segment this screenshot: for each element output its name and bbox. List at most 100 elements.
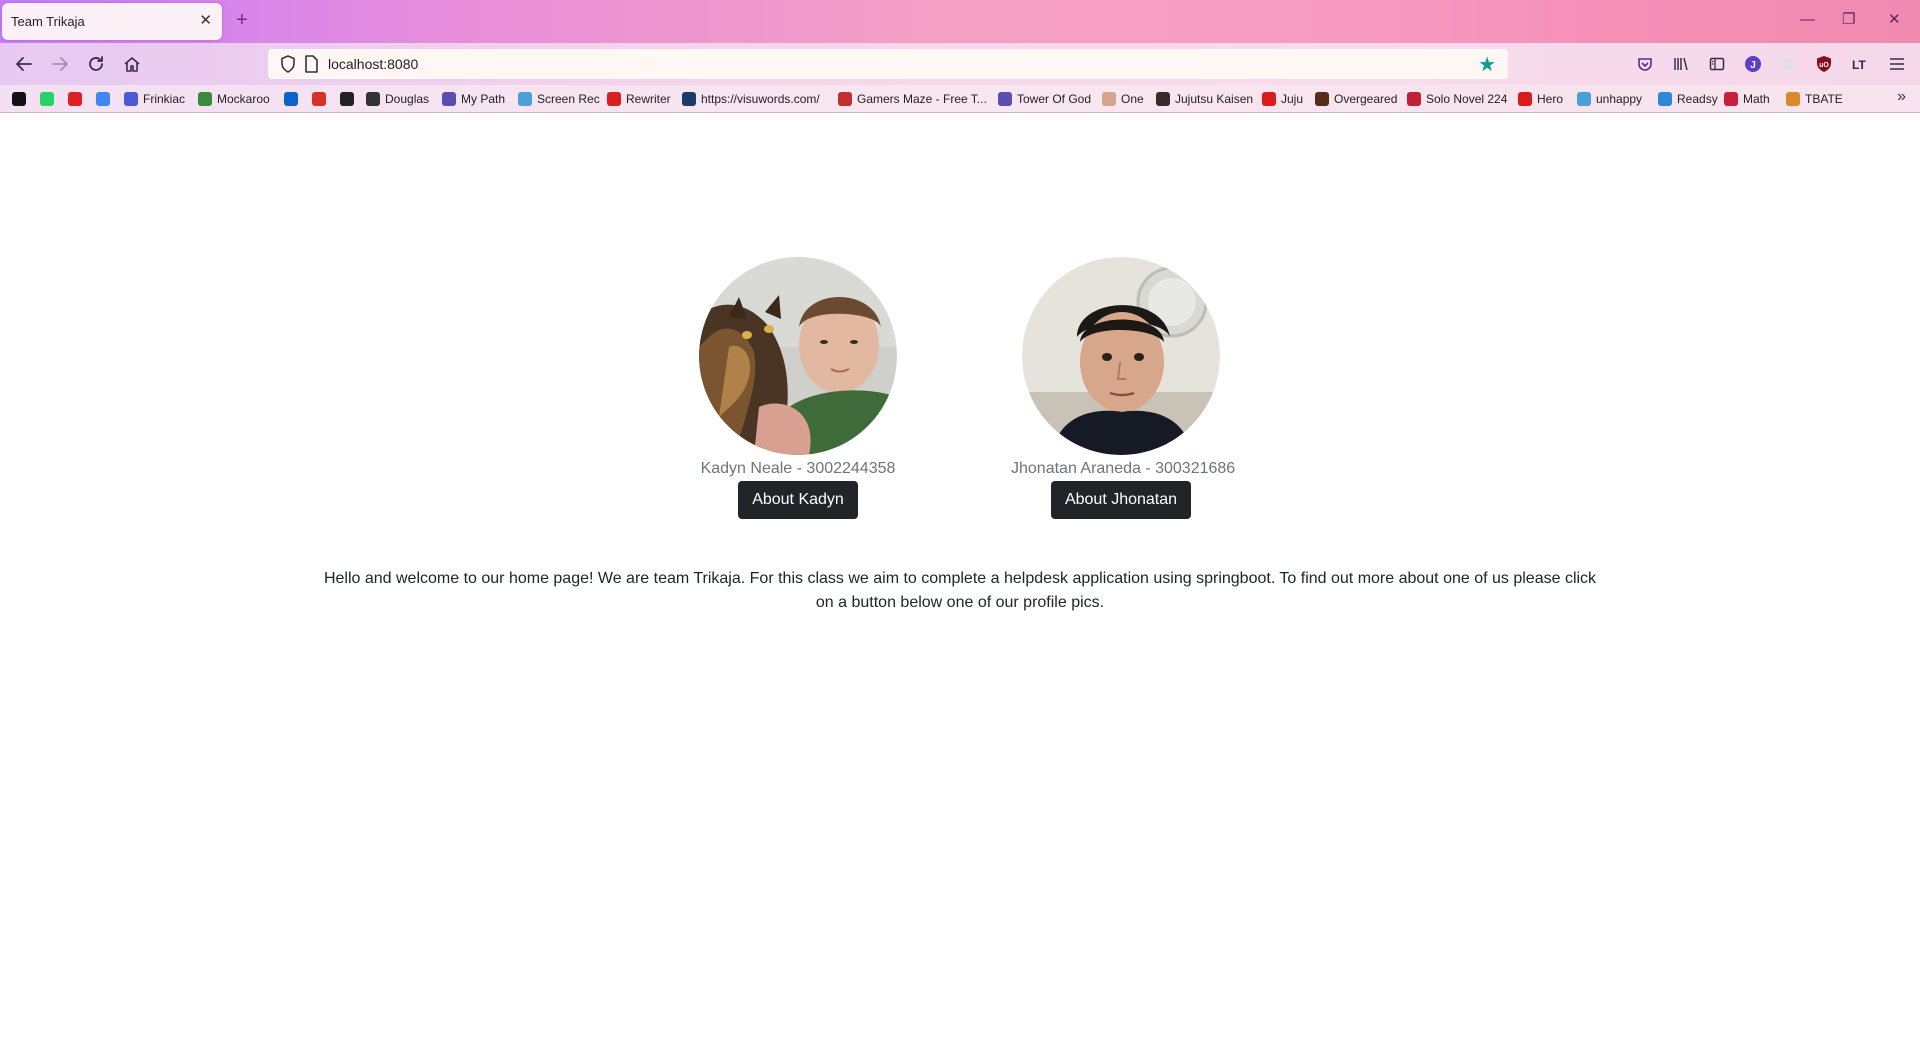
- back-button[interactable]: [12, 52, 36, 76]
- close-window-button[interactable]: ✕: [1888, 10, 1901, 30]
- navigation-toolbar: localhost:8080 ★ J uO LT: [0, 43, 1920, 85]
- svg-text:J: J: [1750, 60, 1756, 71]
- bookmark-whatsapp[interactable]: [40, 90, 59, 108]
- bookmark-outlook[interactable]: [284, 90, 303, 108]
- about-jhonatan-button[interactable]: About Jhonatan: [1050, 481, 1192, 519]
- bookmark-solo-novel-224[interactable]: Solo Novel 224: [1407, 90, 1507, 108]
- restore-button[interactable]: ❐: [1842, 10, 1855, 30]
- new-tab-button[interactable]: +: [236, 9, 248, 31]
- page-content: Kadyn Neale - 3002244358 About Kadyn Jho…: [0, 114, 1920, 1040]
- menu-icon[interactable]: [1888, 55, 1906, 73]
- tab-title: Team Trikaja: [11, 14, 85, 29]
- bookmark-label: https://visuwords.com/: [701, 92, 820, 106]
- home-button[interactable]: [120, 52, 144, 76]
- bookmark-mockaroo[interactable]: Mockaroo: [198, 90, 270, 108]
- bookmark-label: unhappy: [1596, 92, 1643, 106]
- bookmark-douglas[interactable]: Douglas: [366, 90, 429, 108]
- jhonatan-caption: Jhonatan Araneda - 300321686: [1011, 460, 1236, 477]
- bookmark-label: Screen Rec: [537, 92, 600, 106]
- gamers-maze-icon: [838, 92, 852, 106]
- account-icon[interactable]: J: [1744, 55, 1762, 73]
- bookmark-label: Juju: [1281, 92, 1304, 106]
- reload-icon: [89, 56, 103, 71]
- address-bar[interactable]: localhost:8080 ★: [268, 49, 1508, 79]
- bookmark-unhappy[interactable]: unhappy: [1577, 90, 1642, 108]
- tracking-shield-icon[interactable]: [280, 55, 296, 73]
- bookmark-juju[interactable]: Juju: [1262, 90, 1303, 108]
- bookmark-tbate[interactable]: TBATE: [1786, 90, 1843, 108]
- forward-button[interactable]: [48, 52, 72, 76]
- bookmark-label: Frinkiac: [143, 92, 186, 106]
- globe-icon: [998, 92, 1012, 106]
- frinkiac-icon: [124, 92, 138, 106]
- bookmark-bb[interactable]: [340, 90, 359, 108]
- home-icon: [124, 57, 140, 72]
- bookmark-readsy[interactable]: Readsy: [1658, 90, 1718, 108]
- bookmark-label: Rewriter: [626, 92, 671, 106]
- unhappy-icon: [1577, 92, 1591, 106]
- bookmark-rewriter[interactable]: Rewriter: [607, 90, 671, 108]
- forward-arrow-icon: [52, 57, 68, 71]
- red-app-icon: [68, 92, 82, 106]
- profile-kadyn: Kadyn Neale - 3002244358 About Kadyn: [698, 257, 898, 519]
- bookmark-label: Math: [1743, 92, 1770, 106]
- bookmark-screen-rec[interactable]: Screen Rec: [518, 90, 600, 108]
- svg-text:LT: LT: [1852, 58, 1866, 72]
- pocket-icon[interactable]: [1636, 55, 1654, 73]
- svg-text:uO: uO: [1819, 62, 1829, 69]
- bookmark-frinkiac[interactable]: Frinkiac: [124, 90, 185, 108]
- bookmark-label: Hero: [1537, 92, 1564, 106]
- extension-icon[interactable]: [1779, 55, 1797, 73]
- translate-icon: [96, 92, 110, 106]
- bookmark-tower-of-god[interactable]: Tower Of God: [998, 90, 1091, 108]
- library-icon[interactable]: [1672, 55, 1690, 73]
- one-icon: [1102, 92, 1116, 106]
- bookmark-math[interactable]: Math: [1724, 90, 1770, 108]
- bookmark-label: Gamers Maze - Free T...: [857, 92, 987, 106]
- bookmark-label: Readsy: [1677, 92, 1718, 106]
- jujutsu-icon: [1156, 92, 1170, 106]
- bookmark-star-icon[interactable]: ★: [1478, 52, 1496, 77]
- bookmark-black-icon: [12, 92, 26, 106]
- bookmark-bookmark-black[interactable]: [12, 90, 31, 108]
- bookmark-https-visuwords-com[interactable]: https://visuwords.com/: [682, 90, 820, 108]
- bookmark-label: Overgeared: [1334, 92, 1398, 106]
- bookmark-translate[interactable]: [96, 90, 115, 108]
- douglas-icon: [366, 92, 380, 106]
- readsy-icon: [1658, 92, 1672, 106]
- kadyn-caption: Kadyn Neale - 3002244358: [700, 460, 896, 477]
- bookmark-overgeared[interactable]: Overgeared: [1315, 90, 1397, 108]
- ublock-icon[interactable]: uO: [1815, 55, 1833, 73]
- kadyn-avatar: [699, 257, 897, 455]
- viz-icon: [1262, 92, 1276, 106]
- back-arrow-icon: [16, 57, 32, 71]
- screenrec-icon: [518, 92, 532, 106]
- minimize-button[interactable]: —: [1800, 10, 1815, 30]
- languagetool-icon[interactable]: LT: [1851, 55, 1869, 73]
- url-text[interactable]: localhost:8080: [328, 56, 418, 72]
- tab-close-icon[interactable]: ✕: [199, 12, 212, 30]
- bookmark-jujutsu-kaisen[interactable]: Jujutsu Kaisen: [1156, 90, 1253, 108]
- profile-jhonatan: Jhonatan Araneda - 300321686 About Jhona…: [1011, 257, 1236, 519]
- reload-button[interactable]: [84, 52, 108, 76]
- bookmark-gmail[interactable]: [312, 90, 331, 108]
- about-kadyn-button[interactable]: About Kadyn: [738, 481, 858, 519]
- sy-icon: [1724, 92, 1738, 106]
- tab-strip: Team Trikaja ✕ + — ❐ ✕: [0, 0, 1920, 43]
- bookmark-my-path[interactable]: My Path: [442, 90, 505, 108]
- bookmark-label: Jujutsu Kaisen: [1175, 92, 1254, 106]
- bookmark-one[interactable]: One: [1102, 90, 1144, 108]
- bookmark-red-app[interactable]: [68, 90, 87, 108]
- bookmarks-overflow-icon[interactable]: »: [1897, 88, 1906, 106]
- bookmark-label: TBATE: [1805, 92, 1843, 106]
- visuwords-icon: [682, 92, 696, 106]
- tab-team-trikaja[interactable]: Team Trikaja ✕: [2, 3, 222, 40]
- bookmark-hero[interactable]: Hero: [1518, 90, 1563, 108]
- bookmark-gamers-maze-free-t[interactable]: Gamers Maze - Free T...: [838, 90, 987, 108]
- solo-icon: [1407, 92, 1421, 106]
- bookmark-label: Tower Of God: [1017, 92, 1092, 106]
- bookmark-label: Douglas: [385, 92, 430, 106]
- sidebar-icon[interactable]: [1708, 55, 1726, 73]
- whatsapp-icon: [40, 92, 54, 106]
- page-info-icon[interactable]: [304, 55, 318, 73]
